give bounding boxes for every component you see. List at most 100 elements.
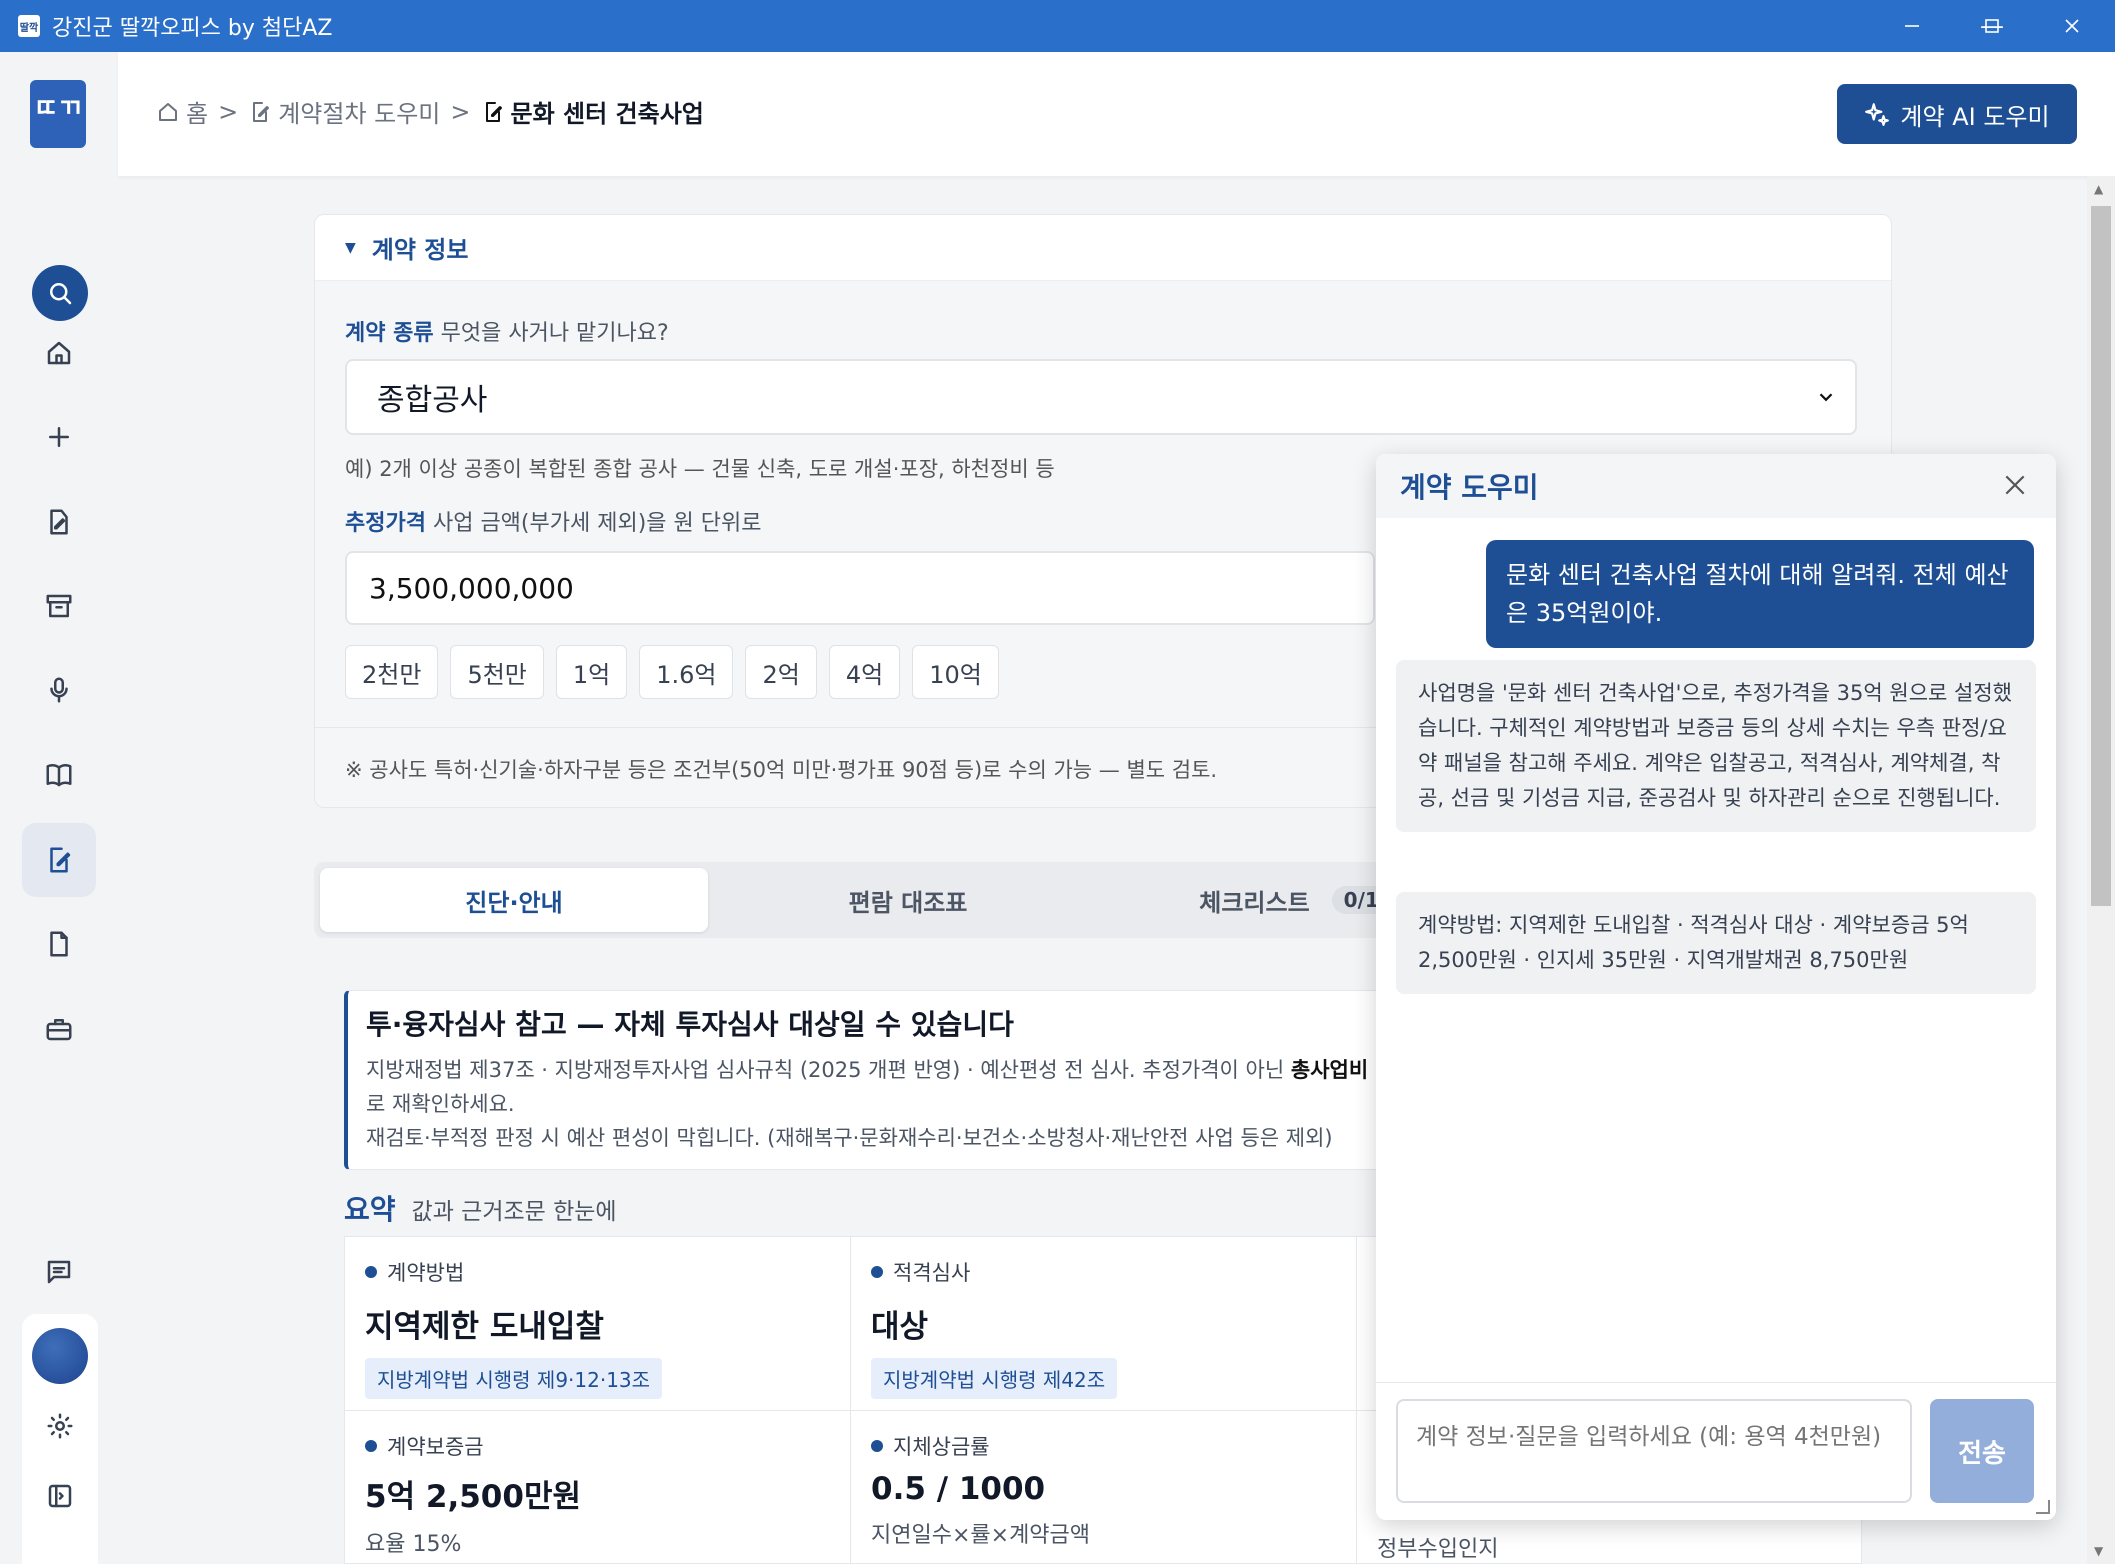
chat-close-button[interactable] [2002,468,2028,506]
nav-document-edit[interactable] [22,485,96,559]
home-icon [47,341,71,365]
bullet-dot [871,1440,883,1452]
summary-cell-label: 적격심사 [871,1257,1336,1287]
contract-ai-button[interactable]: 계약 AI 도우미 [1837,84,2077,144]
send-button-label: 전송 [1958,1438,2006,1469]
breadcrumb-home[interactable]: 홈 [156,94,208,129]
summary-cell-label-text: 지체상금률 [893,1435,990,1459]
tab-handbook-compare[interactable]: 편람 대조표 [714,868,1102,932]
tab-handbook-compare-label: 편람 대조표 [848,888,968,917]
summary-cell-value: 0.5 / 1000 [871,1471,1046,1507]
nav-voice[interactable] [22,653,96,727]
law-reference-tag[interactable]: 지방계약법 시행령 제42조 [871,1358,1118,1399]
contract-info-toggle[interactable]: ▼ 계약 정보 [315,215,1891,281]
quick-amount-chip[interactable]: 1.6억 [639,645,734,699]
app-icon: 딸깍 [18,15,40,37]
scroll-down-icon[interactable]: ▼ [2094,1544,2103,1558]
quick-amount-chip[interactable]: 2억 [745,645,817,699]
toolbox-icon [46,1019,72,1041]
nav-archive[interactable] [22,569,96,643]
bullet-dot [365,1440,377,1452]
gear-icon [47,1413,73,1439]
nav-chat[interactable] [22,1235,96,1309]
tab-diagnosis[interactable]: 진단·안내 [320,868,708,932]
close-window-button[interactable] [2032,0,2112,52]
summary-cell-contract-deposit: 계약보증금 5억 2,500만원 요율 15% [345,1411,851,1564]
contract-type-select[interactable]: 종합공사 [345,359,1857,435]
breadcrumb-home-label: 홈 [186,100,209,128]
summary-cell-value: 대상 [871,1309,929,1345]
summary-cell-value: 5억 2,500만원 [365,1479,581,1515]
summary-header: 요약 값과 근거조문 한눈에 [344,1188,617,1228]
quick-amount-chip[interactable]: 1억 [555,645,628,699]
section-title: 계약 정보 [371,236,469,264]
assistant-message: 계약방법: 지역제한 도내입찰 · 적격심사 대상 · 계약보증금 5억 2,5… [1396,892,2036,994]
app-logo[interactable]: ㄸㄲ [30,80,86,148]
summary-cell-sub: 지연일수×률×계약금액 [871,1523,1091,1548]
nav-contract-helper[interactable] [22,823,96,897]
nav-toolbox[interactable] [22,992,96,1066]
estimated-price-value: 3,500,000,000 [369,571,574,605]
sparkle-icon [1865,103,1890,126]
window-titlebar: 딸깍 강진군 딸깍오피스 by 첨단AZ — [0,0,2115,52]
chat-input-area: 전송 [1376,1382,2056,1520]
microphone-icon [50,677,68,703]
summary-cell-sub: 정부수입인지 [1377,1537,1499,1562]
summary-subtitle: 값과 근거조문 한눈에 [411,1199,617,1225]
summary-cell-sub: 요율 15% [365,1532,462,1557]
window-title: 강진군 딸깍오피스 by 첨단AZ [52,16,333,41]
breadcrumb: 홈 > 계약절차 도우미 > 문화 센터 건축사업 [156,94,704,129]
document-edit-icon [50,509,68,535]
chevron-down-icon [1819,393,1833,402]
search-button[interactable] [32,265,88,321]
quick-amount-chip[interactable]: 2천만 [345,645,439,699]
quick-amount-chip[interactable]: 10억 [912,645,999,699]
summary-cell-label: 계약보증금 [365,1431,830,1461]
maximize-button[interactable] [1952,0,2032,52]
main-scrollbar[interactable]: ▲ ▼ [2087,176,2115,1564]
contract-type-label: 계약 종류 무엇을 사거나 맡기나요? [345,315,669,347]
contract-type-desc: 무엇을 사거나 맡기나요? [440,321,669,346]
user-message: 문화 센터 건축사업 절차에 대해 알려줘. 전체 예산은 35억원이야. [1486,540,2034,648]
nav-handbook[interactable] [22,738,96,812]
estimated-price-desc: 사업 금액(부가세 제외)을 원 단위로 [432,511,762,536]
avatar[interactable] [32,1328,88,1384]
chat-header: 계약 도우미 [1376,454,2056,518]
summary-cell-qualification-review: 적격심사 대상 지방계약법 시행령 제42조 [851,1237,1357,1411]
settings-button[interactable] [38,1404,82,1448]
summary-cell-label-text: 계약방법 [387,1261,465,1285]
estimated-price-label-bold: 추정가격 [345,511,426,536]
notice-line-1-text: 지방재정법 제37조 · 지방재정투자사업 심사규칙 (2025 개편 반영) … [366,1058,1291,1082]
tab-diagnosis-label: 진단·안내 [465,888,563,917]
logo-text: ㄸㄲ [34,94,82,124]
breadcrumb-contract-helper[interactable]: 계약절차 도우미 [248,94,440,129]
resize-handle-icon[interactable] [2036,1500,2050,1514]
sidebar-toggle-button[interactable] [38,1474,82,1518]
contract-ai-button-label: 계약 AI 도우미 [1900,102,2050,131]
minimize-button[interactable] [1872,0,1952,52]
contract-edit-icon [50,847,71,873]
sidebar: ㄸㄲ [0,52,118,1564]
summary-title: 요약 [344,1193,396,1226]
send-button[interactable]: 전송 [1930,1399,2034,1503]
nav-home[interactable] [22,316,96,390]
summary-cell-contract-method: 계약방법 지역제한 도내입찰 지방계약법 시행령 제9·12·13조 [345,1237,851,1411]
nav-file[interactable] [22,907,96,981]
summary-cell-label-text: 계약보증금 [387,1435,484,1459]
summary-cell-delay-penalty: 지체상금률 0.5 / 1000 지연일수×률×계약금액 [851,1411,1357,1564]
home-icon [159,102,177,121]
quick-amount-chips: 2천만 5천만 1억 1.6억 2억 4억 10억 [345,645,999,699]
quick-amount-chip[interactable]: 4억 [828,645,901,699]
chat-input[interactable] [1396,1399,1912,1503]
contract-edit-icon [253,101,270,122]
bullet-dot [871,1266,883,1278]
scrollbar-thumb[interactable] [2091,206,2111,906]
nav-new[interactable] [22,400,96,474]
plus-icon [49,427,69,447]
scroll-up-icon[interactable]: ▲ [2094,182,2103,196]
estimated-price-input[interactable]: 3,500,000,000 [345,551,1375,625]
chat-title: 계약 도우미 [1400,471,1539,504]
quick-amount-chip[interactable]: 5천만 [450,645,544,699]
law-reference-tag[interactable]: 지방계약법 시행령 제9·12·13조 [365,1358,663,1399]
breadcrumb-separator: > [218,97,239,126]
